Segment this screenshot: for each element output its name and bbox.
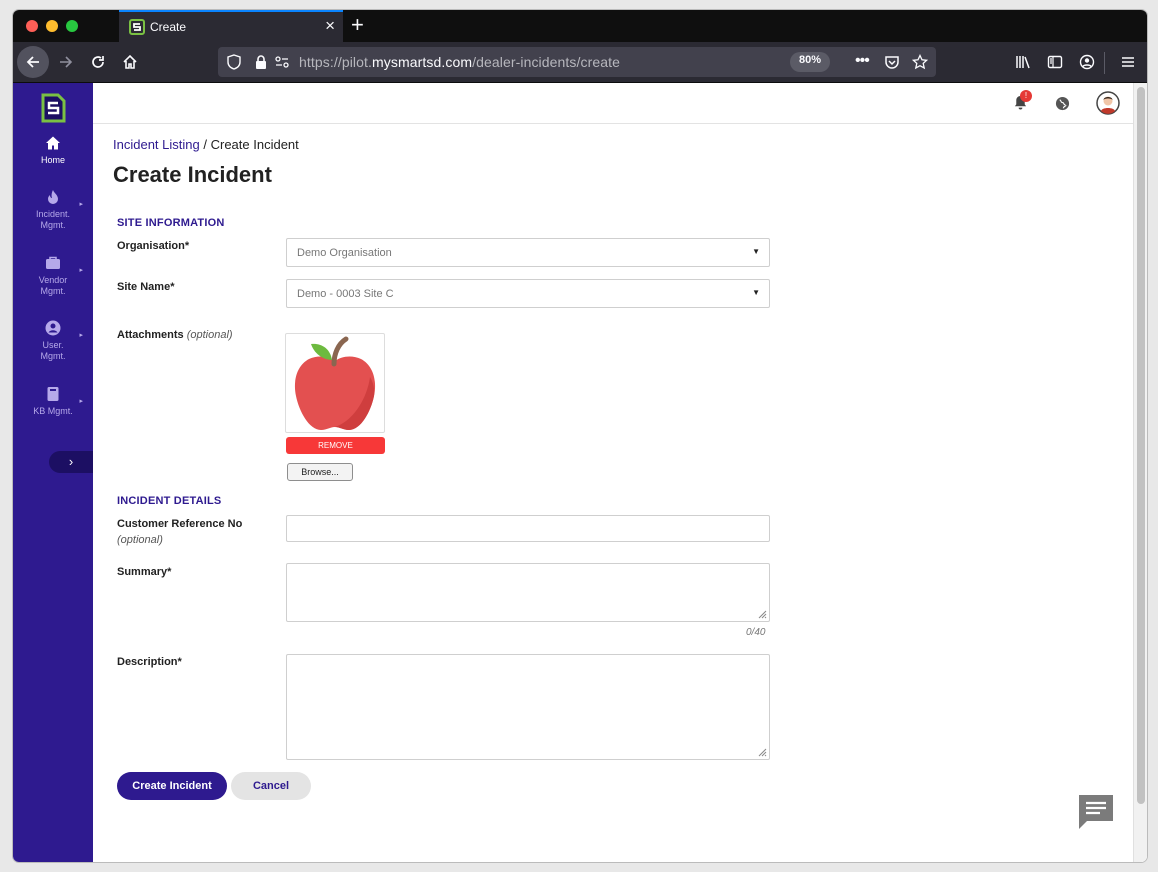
summary-character-counter: 0/40: [746, 627, 766, 638]
forward-arrow-icon: [60, 56, 73, 68]
app-logo-icon[interactable]: [38, 93, 68, 123]
sidebar: Home Incident. Mgmt. ▸ Vendor Mgmt. ▸ Us…: [13, 83, 93, 862]
sidebar-expand-button[interactable]: ›: [49, 451, 93, 473]
summary-label: Summary*: [117, 566, 172, 578]
chevron-right-icon: ▸: [79, 201, 83, 208]
site-information-heading: SITE INFORMATION: [117, 217, 225, 229]
back-button[interactable]: [17, 46, 49, 78]
sidebar-item-label: KB Mgmt.: [33, 406, 73, 416]
attachment-thumbnail: [285, 333, 385, 433]
site-name-label: Site Name*: [117, 281, 175, 293]
lock-icon[interactable]: [253, 54, 269, 70]
description-textarea[interactable]: [286, 654, 770, 760]
reload-button[interactable]: [82, 46, 114, 78]
bookmark-star-icon[interactable]: [912, 54, 928, 70]
cancel-button[interactable]: Cancel: [231, 772, 311, 800]
site-name-select-value: Demo - 0003 Site C: [297, 288, 394, 300]
pocket-icon[interactable]: [884, 54, 900, 70]
forward-button[interactable]: [50, 46, 82, 78]
sidebar-item-incident-mgmt[interactable]: Incident. Mgmt. ▸: [13, 189, 93, 231]
breadcrumb-separator: /: [203, 137, 207, 152]
site-name-select[interactable]: Demo - 0003 Site C ▼: [286, 279, 770, 308]
resize-handle-icon[interactable]: [758, 748, 767, 757]
shield-icon[interactable]: [226, 54, 242, 70]
web-page: Home Incident. Mgmt. ▸ Vendor Mgmt. ▸ Us…: [13, 83, 1147, 862]
minimize-window-button[interactable]: [46, 20, 58, 32]
navigation-bar: https://pilot.mysmartsd.com/dealer-incid…: [13, 42, 1147, 83]
customer-reference-input[interactable]: [286, 515, 770, 542]
browser-tab[interactable]: Create ×: [119, 10, 343, 42]
reload-icon: [92, 56, 104, 68]
close-window-button[interactable]: [26, 20, 38, 32]
breadcrumb-current: Create Incident: [210, 137, 299, 152]
book-icon: [47, 387, 59, 401]
toolbar-divider: [1104, 52, 1105, 74]
address-bar[interactable]: https://pilot.mysmartsd.com/dealer-incid…: [218, 47, 936, 77]
organisation-label: Organisation*: [117, 240, 190, 252]
dropdown-caret-icon: ▼: [752, 247, 760, 256]
browse-file-button[interactable]: Browse...: [287, 463, 353, 481]
browser-window: Create × + https://pilot.mysmartsd.com/d…: [13, 10, 1147, 862]
tab-title: Create: [150, 20, 187, 34]
optional-hint: (optional): [186, 329, 233, 341]
sidebar-icon[interactable]: [1047, 54, 1063, 70]
sidebar-item-label: Incident. Mgmt.: [35, 209, 71, 230]
tab-bar: Create × +: [13, 10, 1147, 42]
more-actions-icon[interactable]: •••: [855, 52, 870, 70]
optional-hint: (optional): [117, 534, 163, 546]
home-button[interactable]: [114, 46, 146, 78]
user-circle-icon: [45, 320, 61, 336]
notifications-button[interactable]: !: [1013, 90, 1032, 115]
sidebar-item-kb-mgmt[interactable]: KB Mgmt. ▸: [13, 386, 93, 417]
home-icon: [46, 136, 60, 150]
breadcrumb-incident-listing-link[interactable]: Incident Listing: [113, 137, 200, 152]
dropdown-caret-icon: ▼: [752, 288, 760, 297]
close-tab-icon[interactable]: ×: [325, 17, 335, 35]
remove-attachment-button[interactable]: REMOVE: [286, 437, 385, 454]
permissions-icon[interactable]: [274, 54, 290, 70]
url-text[interactable]: https://pilot.mysmartsd.com/dealer-incid…: [299, 54, 620, 70]
customer-reference-label: Customer Reference No (optional): [117, 518, 243, 546]
page-title: Create Incident: [113, 162, 272, 187]
maximize-window-button[interactable]: [66, 20, 78, 32]
menu-icon[interactable]: [1120, 54, 1136, 70]
sidebar-item-label: Vendor Mgmt.: [38, 275, 68, 296]
scrollbar-thumb[interactable]: [1137, 87, 1145, 804]
zoom-level-badge[interactable]: 80%: [790, 52, 831, 72]
sidebar-item-user-mgmt[interactable]: User. Mgmt. ▸: [13, 320, 93, 362]
chevron-right-icon: ▸: [79, 398, 83, 405]
sidebar-item-vendor-mgmt[interactable]: Vendor Mgmt. ▸: [13, 255, 93, 297]
back-arrow-icon: [26, 56, 39, 68]
sidebar-item-label: User. Mgmt.: [40, 340, 66, 361]
organisation-select[interactable]: Demo Organisation ▼: [286, 238, 770, 267]
chevron-right-icon: ▸: [79, 267, 83, 274]
briefcase-icon: [46, 256, 60, 269]
organisation-select-value: Demo Organisation: [297, 247, 392, 259]
attachments-label: Attachments (optional): [117, 329, 233, 341]
flame-icon: [48, 190, 58, 204]
create-incident-button[interactable]: Create Incident: [117, 772, 227, 800]
sidebar-item-label: Home: [40, 155, 65, 165]
breadcrumb: Incident Listing / Create Incident: [113, 137, 299, 152]
resize-handle-icon[interactable]: [758, 610, 767, 619]
apple-image: [294, 336, 376, 430]
app-header: !: [93, 83, 1133, 124]
globe-icon[interactable]: [1055, 96, 1070, 111]
incident-details-heading: INCIDENT DETAILS: [117, 495, 222, 507]
chat-icon[interactable]: [1077, 793, 1115, 831]
sidebar-item-home[interactable]: Home: [13, 135, 93, 166]
account-icon[interactable]: [1079, 54, 1095, 70]
page-scrollbar[interactable]: [1133, 83, 1147, 862]
library-icon[interactable]: [1015, 54, 1031, 70]
notification-badge: !: [1020, 90, 1032, 102]
chevron-right-icon: ▸: [79, 332, 83, 339]
description-label: Description*: [117, 656, 182, 668]
new-tab-icon[interactable]: +: [351, 13, 364, 37]
chevron-right-icon: ›: [68, 454, 74, 469]
summary-textarea[interactable]: [286, 563, 770, 622]
home-icon: [123, 54, 137, 69]
site-logo-icon: [129, 19, 145, 35]
user-avatar[interactable]: [1096, 91, 1120, 115]
